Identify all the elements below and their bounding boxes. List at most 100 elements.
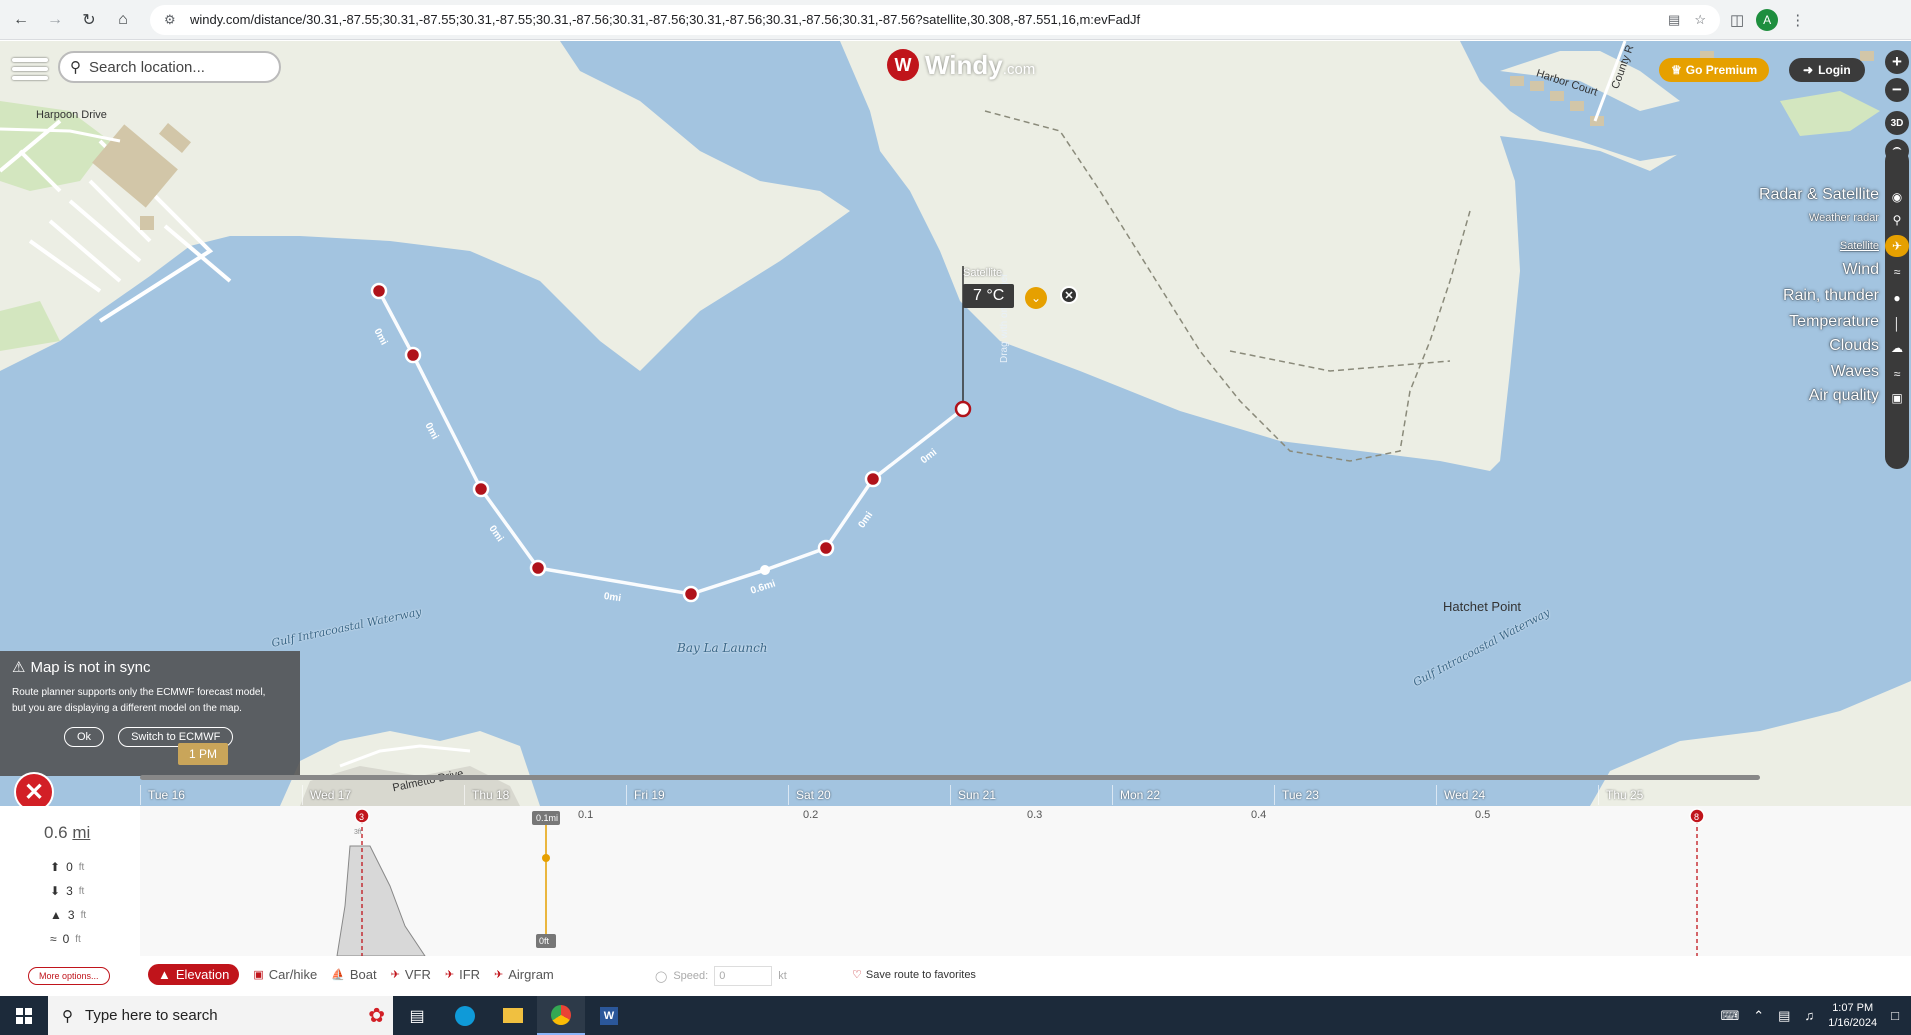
satellite-tag: Satellite (963, 267, 1003, 279)
address-bar[interactable]: ⚙ windy.com/distance/30.31,-87.55;30.31,… (150, 4, 1720, 35)
zoom-in-button[interactable]: + (1885, 50, 1909, 74)
windy-logo[interactable]: W Windy.com (887, 49, 1035, 81)
go-premium-button[interactable]: ♕ Go Premium (1659, 58, 1770, 82)
timeline-day[interactable]: Tue 16 (140, 785, 185, 805)
3d-button[interactable]: 3D (1885, 111, 1909, 135)
layer-wind[interactable]: Wind (1843, 261, 1879, 279)
forward-icon[interactable]: → (42, 7, 68, 33)
timeline-day[interactable]: Sat 20 (788, 785, 831, 805)
profile-avatar[interactable]: A (1756, 8, 1779, 31)
speed-input[interactable]: 0 (714, 966, 773, 986)
menu-kebab-icon[interactable]: ⋮ (1790, 11, 1805, 29)
layer-weather-radar[interactable]: Weather radar (1809, 212, 1879, 224)
keyboard-icon[interactable]: ⌨ (1720, 1008, 1739, 1024)
chrome-icon[interactable] (537, 996, 585, 1035)
network-icon[interactable]: ▤ (1778, 1008, 1790, 1024)
layer-air-quality[interactable]: Air quality (1809, 387, 1879, 405)
login-button[interactable]: ➜ Login (1789, 58, 1865, 82)
cloud-icon[interactable]: ☁ (1885, 337, 1909, 359)
save-route-button[interactable]: ♡ Save route to favorites (852, 968, 976, 982)
toggle-icon[interactable]: ◯ (655, 970, 667, 983)
browser-toolbar: ← → ↻ ⌂ ⚙ windy.com/distance/30.31,-87.5… (0, 0, 1911, 40)
thermometer-icon[interactable]: │ (1885, 313, 1909, 335)
place-harpoon-drive: Harpoon Drive (36, 109, 107, 121)
timeline-day[interactable]: Wed 24 (1436, 785, 1485, 805)
mode-boat[interactable]: ⛵ Boat (331, 967, 376, 982)
distance-unit[interactable]: mi (72, 823, 90, 842)
segment-label: 0.6mi (749, 578, 777, 596)
task-view-icon[interactable]: ▤ (393, 996, 441, 1035)
taskbar-search[interactable]: ⚲ Type here to search ✿ (48, 996, 393, 1035)
volume-icon[interactable]: ♫ (1804, 1008, 1814, 1023)
close-marker-icon[interactable]: ✕ (1060, 286, 1078, 304)
waypoint-marker (404, 346, 422, 364)
rain-icon[interactable]: ● (1885, 287, 1909, 309)
elevation-chart: 3 3ft 8 0.1mi 0ft (336, 808, 1705, 957)
start-button[interactable] (0, 996, 48, 1035)
side-panel-icon[interactable]: ◫ (1730, 11, 1744, 29)
start-marker-label: 3 (359, 812, 364, 822)
layer-rain-thunder[interactable]: Rain, thunder (1783, 287, 1879, 305)
plane-vfr-icon: ✈ (390, 969, 400, 981)
timeline-day[interactable]: Fri 19 (626, 785, 665, 805)
search-placeholder: Search location... (89, 58, 205, 76)
profile-tick: 0.2 (803, 809, 819, 821)
distance-value: 0.6 (44, 823, 68, 842)
zoom-out-button[interactable]: − (1885, 78, 1909, 102)
site-info-icon[interactable]: ⚙ (164, 12, 180, 28)
waves-icon[interactable]: ≈ (1885, 363, 1909, 385)
back-icon[interactable]: ← (8, 7, 34, 33)
wind-icon[interactable]: ≈ (1885, 261, 1909, 283)
mode-ifr[interactable]: ✈ IFR (445, 967, 480, 982)
layer-waves[interactable]: Waves (1831, 363, 1879, 381)
word-icon[interactable]: W (585, 996, 633, 1035)
elevation-profile[interactable]: 3 3ft 8 0.1mi 0ft 0.1 0.2 0.3 0.4 0.5 (140, 806, 1911, 957)
edge-icon[interactable] (441, 996, 489, 1035)
chevron-down-icon[interactable]: ⌄ (1025, 287, 1047, 309)
ok-button[interactable]: Ok (64, 727, 105, 747)
timeline-day[interactable]: Sun 21 (950, 785, 996, 805)
layer-satellite[interactable]: Satellite (1840, 240, 1879, 252)
heart-icon: ♡ (852, 969, 862, 981)
install-icon[interactable]: ▤ (1668, 12, 1680, 28)
reload-icon[interactable]: ↻ (76, 7, 102, 33)
search-input[interactable]: ⚲ Search location... (58, 51, 281, 83)
weather-radar-icon[interactable]: ⚲ (1885, 209, 1909, 231)
more-options-button[interactable]: More options... (28, 967, 110, 985)
windows-icon (16, 1007, 32, 1024)
bookmark-star-icon[interactable]: ☆ (1694, 12, 1706, 28)
timeline-day[interactable]: Tue 23 (1274, 785, 1319, 805)
timeline-day[interactable]: Thu 18 (464, 785, 509, 805)
car-icon: ▣ (253, 969, 264, 981)
time-bubble[interactable]: 1 PM (178, 743, 228, 765)
timeline-day[interactable]: Wed 17 (302, 785, 351, 805)
main-menu-button[interactable] (12, 54, 48, 84)
radar-satellite-icon[interactable]: ◉ (1885, 186, 1909, 208)
mode-airgram[interactable]: ✈ Airgram (494, 967, 554, 982)
temperature-popup[interactable]: 7 °C (963, 284, 1015, 308)
notification-icon[interactable]: □ (1891, 1008, 1899, 1023)
mode-elevation[interactable]: ▲ Elevation (148, 964, 240, 985)
map-canvas[interactable]: 0mi 0mi 0mi 0mi 0.6mi 0mi 0mi Drag with … (0, 41, 1911, 806)
waypoint-marker (682, 585, 700, 603)
timeline-day[interactable]: Mon 22 (1112, 785, 1160, 805)
air-quality-icon[interactable]: ▣ (1885, 387, 1909, 409)
timeline-bar[interactable] (140, 775, 1760, 780)
cursor-distance: 0.1mi (536, 813, 558, 823)
layer-temperature[interactable]: Temperature (1789, 313, 1879, 331)
chevron-up-icon[interactable]: ⌃ (1753, 1008, 1764, 1024)
clock[interactable]: 1:07 PM 1/16/2024 (1828, 1001, 1877, 1031)
file-explorer-icon[interactable] (489, 996, 537, 1035)
login-icon: ➜ (1803, 63, 1814, 77)
mode-vfr[interactable]: ✈ VFR (391, 967, 431, 982)
mode-car-hike[interactable]: ▣ Car/hike (253, 967, 317, 982)
url-text: windy.com/distance/30.31,-87.55;30.31,-8… (190, 12, 1141, 27)
layer-radar-satellite[interactable]: Radar & Satellite (1759, 186, 1879, 204)
descent-stat: ⬇ 3 ft (50, 884, 85, 898)
sync-title: Map is not in sync (30, 658, 151, 676)
plane-ifr-icon: ✈ (444, 969, 455, 981)
timeline-day[interactable]: Thu 25 (1598, 785, 1643, 805)
home-icon[interactable]: ⌂ (110, 7, 136, 33)
layer-clouds[interactable]: Clouds (1829, 337, 1879, 355)
satellite-icon[interactable]: ✈ (1885, 235, 1909, 257)
